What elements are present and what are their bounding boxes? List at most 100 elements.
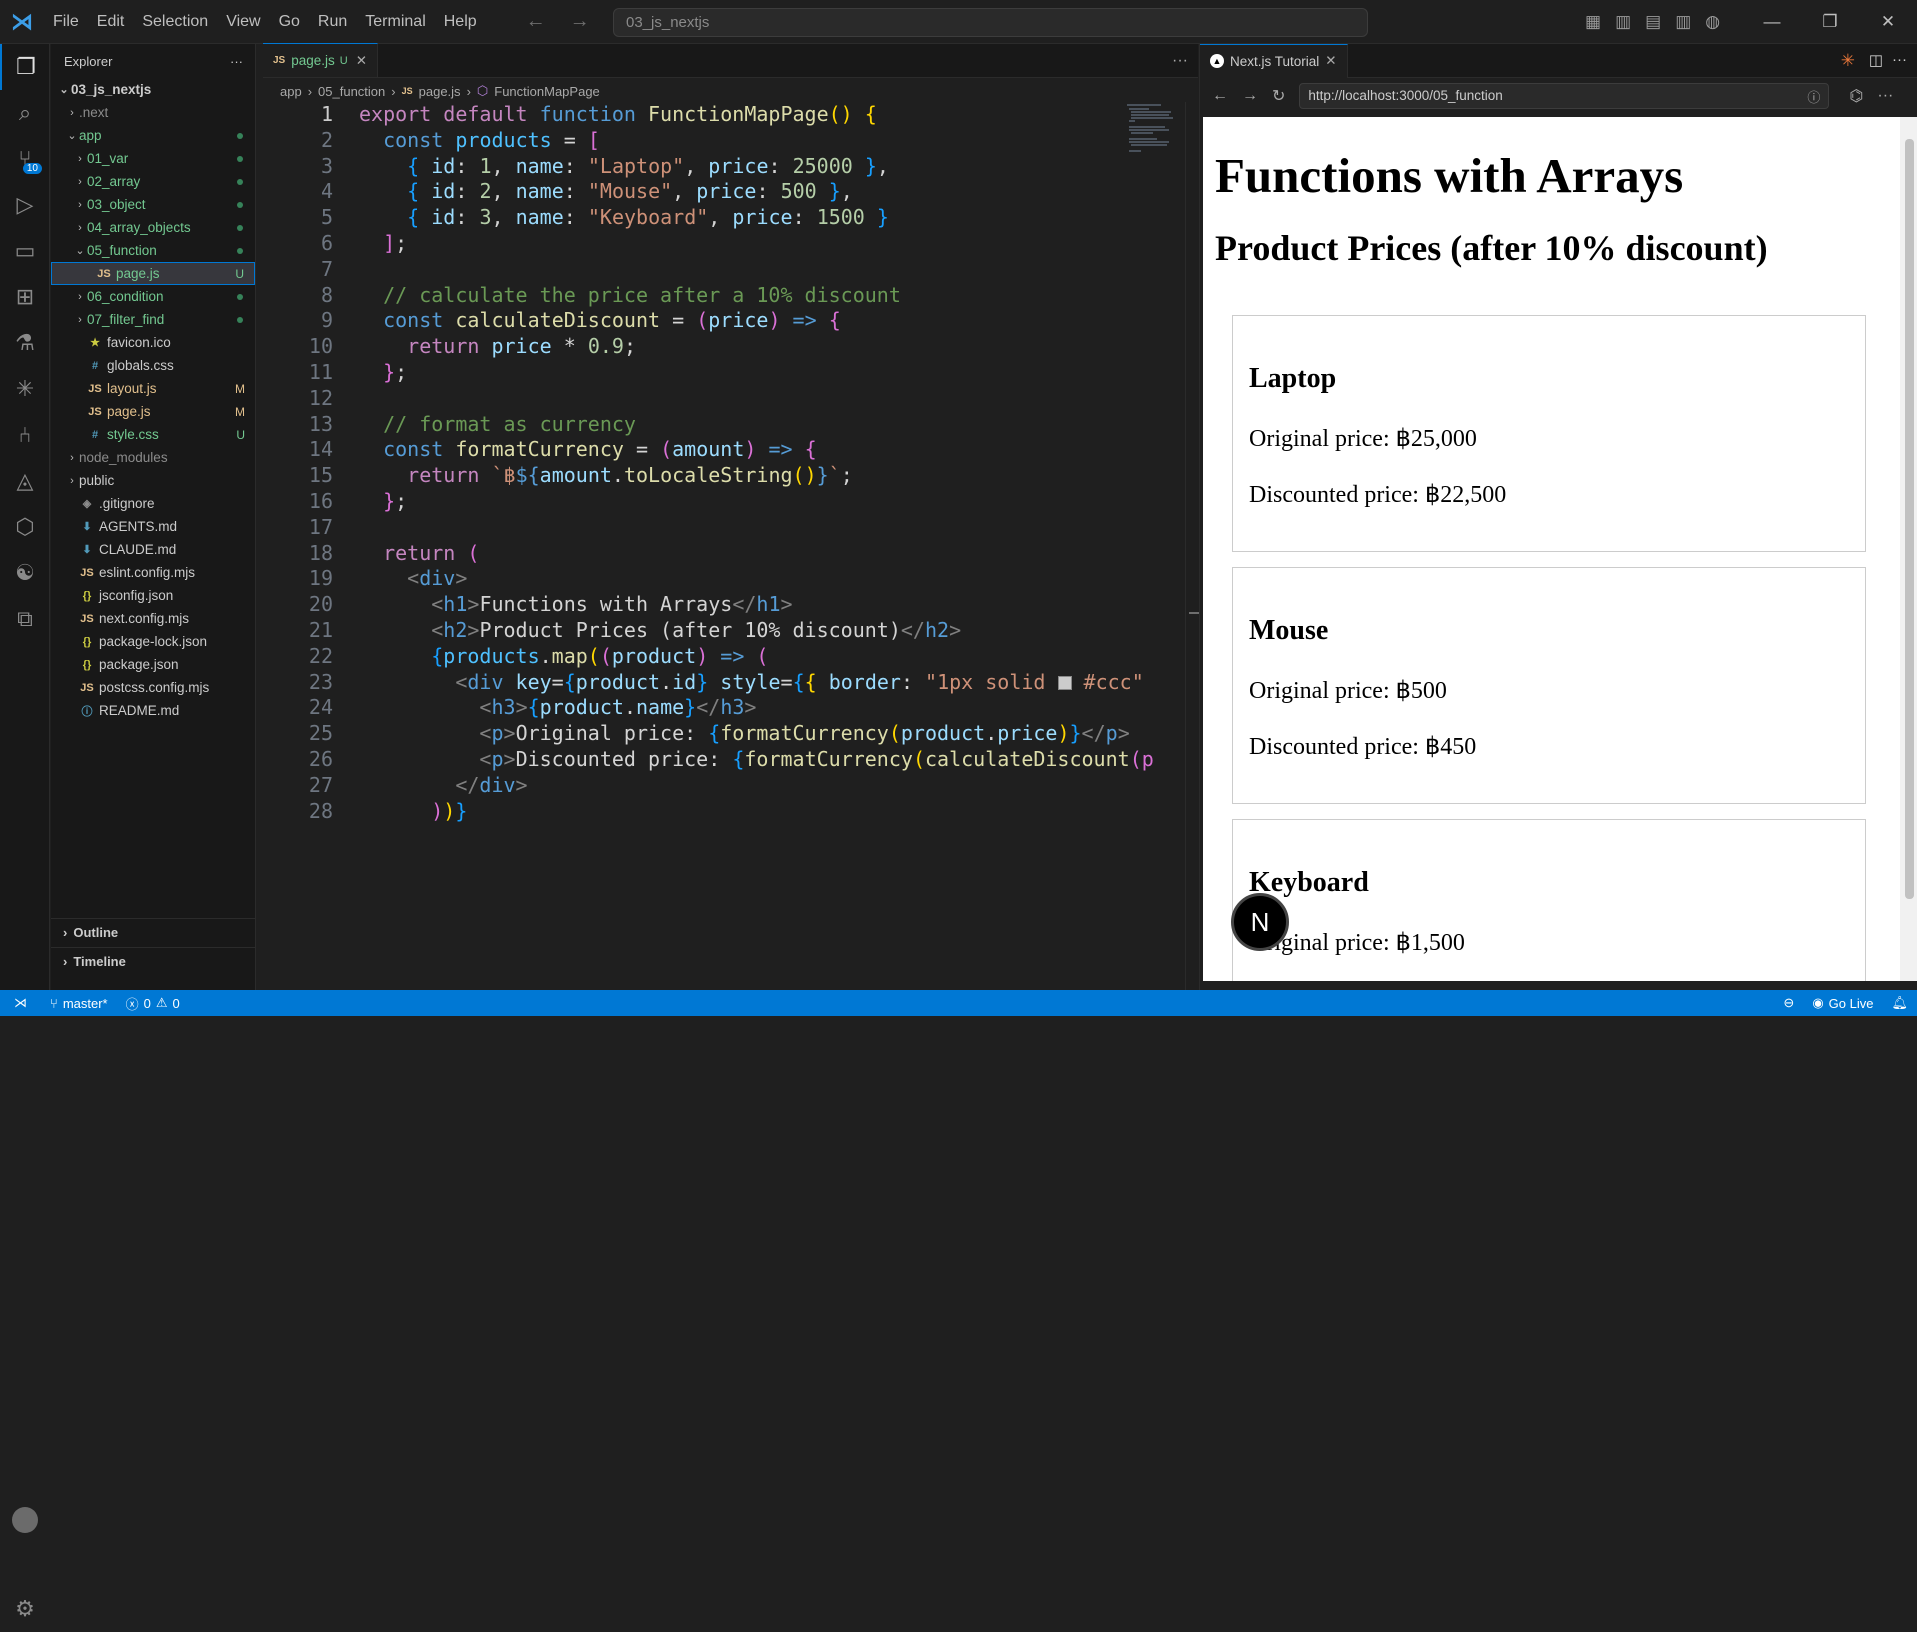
menu-help[interactable]: Help — [435, 13, 486, 31]
containers-icon[interactable]: ⬡ — [0, 504, 50, 550]
outline-section[interactable]: › Outline — [51, 918, 256, 946]
extensions-icon[interactable]: ⊞ — [0, 274, 50, 320]
menu-terminal[interactable]: Terminal — [356, 13, 434, 31]
code-line[interactable]: <h3>{product.name}</h3> — [359, 695, 756, 719]
tree-folder[interactable]: › .next — [51, 101, 255, 124]
code-line[interactable]: { id: 1, name: "Laptop", price: 25000 }, — [359, 154, 889, 178]
close-tab-icon[interactable]: ✕ — [356, 53, 367, 69]
tab-nextjs-tutorial[interactable]: ▲ Next.js Tutorial ✕ — [1200, 43, 1348, 78]
page-scroll-thumb[interactable] — [1905, 139, 1914, 899]
tree-file[interactable]: ⓘ README.md — [51, 699, 255, 722]
code-line[interactable]: ]; — [359, 231, 407, 255]
source-control-icon[interactable]: ⑂ 10 — [0, 136, 50, 182]
restore-icon[interactable]: ❐ — [1801, 12, 1859, 32]
tree-file[interactable]: ⬇ CLAUDE.md — [51, 538, 255, 561]
forward-arrow-icon[interactable]: → — [570, 10, 590, 33]
toggle-panel-icon[interactable]: ▤ — [1645, 12, 1661, 32]
tree-folder[interactable]: ⌄ 05_function — [51, 239, 255, 262]
remote-explorer-icon[interactable]: ▭ — [0, 228, 50, 274]
database-icon[interactable]: ⧉ — [0, 596, 50, 642]
run-debug-icon[interactable]: ▷ — [0, 182, 50, 228]
tree-file[interactable]: JS layout.js M — [51, 377, 255, 400]
browser-more-icon[interactable]: ··· — [1877, 87, 1893, 105]
nextjs-dev-indicator[interactable]: N — [1231, 893, 1289, 951]
settings-gear-icon[interactable]: ⚙ — [0, 1586, 50, 1632]
breadcrumb-item[interactable]: 05_function — [318, 84, 385, 99]
timeline-section[interactable]: › Timeline — [51, 947, 256, 975]
close-window-icon[interactable]: ✕ — [1859, 12, 1917, 32]
minimize-icon[interactable]: — — [1743, 12, 1801, 32]
claude-icon[interactable]: ✳ — [0, 366, 50, 412]
editor-scrollbar[interactable] — [1185, 102, 1201, 990]
python-icon[interactable]: ☯ — [0, 550, 50, 596]
menu-run[interactable]: Run — [309, 13, 356, 31]
code-line[interactable]: <p>Discounted price: {formatCurrency(cal… — [359, 747, 1153, 771]
preview-more-icon[interactable]: ··· — [1892, 51, 1907, 68]
tree-folder[interactable]: › public — [51, 469, 255, 492]
code-line[interactable]: export default function FunctionMapPage(… — [359, 102, 877, 126]
code-line[interactable]: { id: 3, name: "Keyboard", price: 1500 } — [359, 205, 889, 229]
code-line[interactable]: </div> — [359, 773, 527, 797]
customize-layout-icon[interactable]: ▦ — [1585, 12, 1601, 32]
tab-page-js[interactable]: JS page.js U ✕ — [263, 43, 379, 77]
tree-file[interactable]: JS postcss.config.mjs — [51, 676, 255, 699]
tree-file[interactable]: ⬇ AGENTS.md — [51, 515, 255, 538]
tree-file[interactable]: JS eslint.config.mjs — [51, 561, 255, 584]
code-area[interactable]: 1 export default function FunctionMapPage… — [263, 102, 1183, 990]
toggle-secondary-sidebar-icon[interactable]: ▥ — [1675, 12, 1691, 32]
account-avatar[interactable] — [0, 1497, 50, 1543]
tree-folder[interactable]: › 04_array_objects — [51, 216, 255, 239]
tree-file[interactable]: ◈ .gitignore — [51, 492, 255, 515]
url-input[interactable]: http://localhost:3000/05_function ⓘ — [1299, 83, 1830, 109]
tree-file[interactable]: ★ favicon.ico — [51, 331, 255, 354]
go-live-button[interactable]: ◉ Go Live — [1803, 995, 1882, 1011]
code-line[interactable]: const calculateDiscount = (price) => { — [359, 308, 841, 332]
kubernetes-icon[interactable]: ◬ — [0, 458, 50, 504]
code-line[interactable]: const products = [ — [359, 128, 600, 152]
search-icon[interactable]: ⌕ — [0, 90, 50, 136]
tree-folder[interactable]: › 07_filter_find — [51, 308, 255, 331]
tree-file[interactable]: JS page.js U — [51, 262, 255, 285]
problems-indicator[interactable]: ⓧ 0 ⚠ 0 — [117, 994, 189, 1013]
menu-edit[interactable]: Edit — [88, 13, 134, 31]
tree-folder[interactable]: › 03_object — [51, 193, 255, 216]
code-line[interactable]: <h2>Product Prices (after 10% discount)<… — [359, 618, 961, 642]
tree-file[interactable]: # style.css U — [51, 423, 255, 446]
close-tab-icon[interactable]: ✕ — [1325, 53, 1336, 69]
remote-indicator-icon[interactable]: ⋊ — [0, 995, 41, 1011]
minimap[interactable] — [1125, 102, 1185, 162]
code-line[interactable]: <p>Original price: {formatCurrency(produ… — [359, 721, 1129, 745]
browser-back-icon[interactable]: ← — [1212, 87, 1228, 105]
tree-folder[interactable]: ⌄ app — [51, 124, 255, 147]
tree-file[interactable]: JS next.config.mjs — [51, 607, 255, 630]
globe-icon[interactable]: ◍ — [1705, 12, 1720, 32]
menu-file[interactable]: File — [44, 13, 88, 31]
page-scrollbar[interactable] — [1900, 117, 1917, 981]
code-line[interactable]: { id: 2, name: "Mouse", price: 500 }, — [359, 179, 853, 203]
menu-go[interactable]: Go — [270, 13, 309, 31]
code-line[interactable]: return `฿${amount.toLocaleString()}`; — [359, 463, 853, 487]
more-actions-icon[interactable]: ··· — [230, 54, 243, 69]
code-line[interactable]: const formatCurrency = (amount) => { — [359, 437, 817, 461]
code-line[interactable]: ))} — [359, 799, 467, 823]
explorer-icon[interactable]: ❐ — [0, 44, 50, 90]
tree-root[interactable]: ⌄ 03_js_nextjs — [51, 78, 255, 101]
menu-view[interactable]: View — [217, 13, 269, 31]
tree-file[interactable]: JS page.js M — [51, 400, 255, 423]
zoom-icon[interactable]: ⊖ — [1774, 995, 1803, 1011]
notifications-bell-icon[interactable]: 🔔︎ — [1882, 995, 1917, 1011]
tree-file[interactable]: {} package-lock.json — [51, 630, 255, 653]
browser-forward-icon[interactable]: → — [1242, 87, 1258, 105]
branch-indicator[interactable]: ⑂ master* — [41, 996, 117, 1011]
code-line[interactable]: <div> — [359, 566, 467, 590]
tree-file[interactable]: {} package.json — [51, 653, 255, 676]
toggle-primary-sidebar-icon[interactable]: ▥ — [1615, 12, 1631, 32]
breadcrumb-item[interactable]: page.js — [419, 84, 461, 99]
code-line[interactable]: {products.map((product) => ( — [359, 644, 768, 668]
tree-folder[interactable]: › 06_condition — [51, 285, 255, 308]
breadcrumb-item[interactable]: app — [280, 84, 302, 99]
tree-file[interactable]: # globals.css — [51, 354, 255, 377]
code-line[interactable]: <h1>Functions with Arrays</h1> — [359, 592, 792, 616]
code-line[interactable]: return ( — [359, 541, 479, 565]
code-line[interactable]: // format as currency — [359, 412, 636, 436]
